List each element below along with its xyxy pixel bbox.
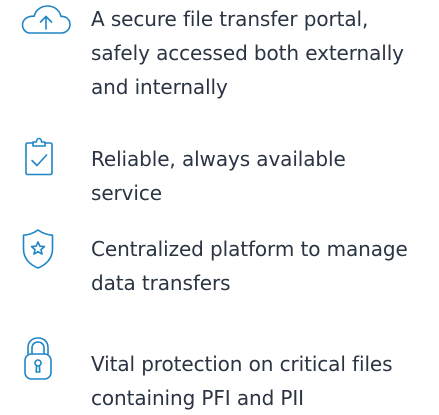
cloud-upload-icon (0, 0, 80, 48)
shield-star-icon (0, 228, 80, 276)
feature-text: Centralized platform to manage data tran… (91, 237, 408, 295)
feature-text: A secure file transfer portal, safely ac… (91, 7, 404, 99)
feature-text: Reliable, always available service (91, 147, 346, 205)
padlock-icon (0, 336, 80, 384)
clipboard-check-icon (0, 135, 80, 183)
feature-text: Vital protection on critical files conta… (91, 352, 393, 410)
